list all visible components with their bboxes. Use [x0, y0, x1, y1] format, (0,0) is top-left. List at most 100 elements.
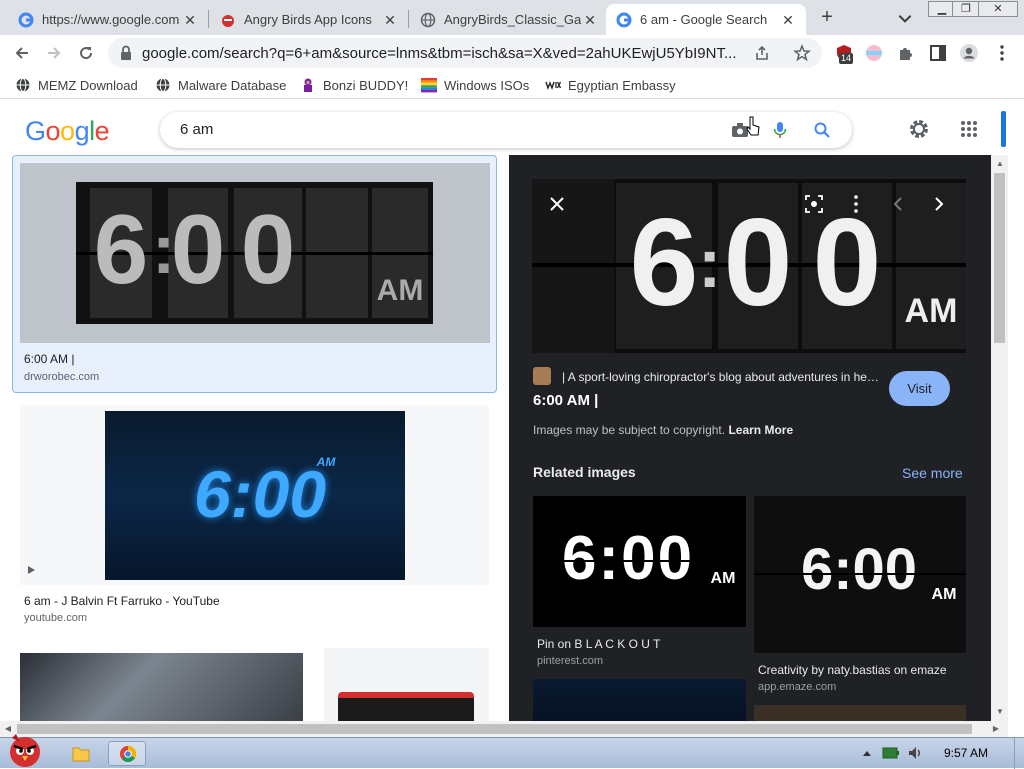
close-icon[interactable]: ✕ [582, 12, 598, 28]
result-title[interactable]: 6 am - J Balvin Ft Farruko - YouTube [24, 594, 220, 608]
apps-grid-icon[interactable] [960, 120, 978, 138]
bookmark-windows-isos[interactable]: Windows ISOs [421, 75, 529, 95]
related-title[interactable]: Pin on B L A C K O U T [537, 637, 660, 651]
result-thumbnail[interactable] [324, 648, 489, 721]
arrow-right-icon [48, 47, 61, 59]
star-icon[interactable] [793, 44, 811, 62]
chevron-right-icon[interactable] [928, 193, 950, 215]
bookmark-memz[interactable]: MEMZ Download [15, 75, 138, 95]
chrome-icon [120, 746, 137, 762]
result-thumbnail[interactable]: 6 : 0 0 AM [20, 163, 490, 343]
pride-extension-icon[interactable] [864, 43, 884, 63]
folder-icon [72, 747, 90, 762]
show-desktop-button[interactable] [1014, 738, 1024, 769]
tab-title: 6 am - Google Search [640, 12, 768, 27]
taskbar-chrome[interactable] [108, 741, 146, 766]
close-icon[interactable] [546, 193, 568, 215]
more-vertical-icon[interactable] [992, 43, 1012, 63]
tab-angry-birds-icons[interactable]: Angry Birds App Icons ✕ [210, 4, 408, 35]
lens-icon[interactable] [803, 193, 825, 215]
chevron-left-icon[interactable] [887, 193, 909, 215]
globe-icon [16, 78, 30, 92]
forward-button[interactable] [42, 41, 66, 65]
learn-more-link[interactable]: Learn More [728, 423, 793, 437]
result-source[interactable]: drworobec.com [24, 371, 99, 383]
copyright-text: Images may be subject to copyright. [533, 423, 726, 437]
more-vertical-icon[interactable] [845, 193, 867, 215]
globe-icon [156, 78, 170, 92]
related-source[interactable]: app.emaze.com [758, 681, 836, 693]
result-title[interactable]: 6:00 AM | [24, 352, 74, 366]
flip-clock-image: 6 : 0 0 AM [76, 182, 433, 324]
search-box[interactable]: 6 am [160, 112, 852, 148]
preview-title[interactable]: 6:00 AM | [533, 392, 598, 409]
scrollbar-thumb[interactable] [994, 173, 1005, 343]
chevron-down-icon[interactable] [896, 9, 914, 27]
close-icon[interactable]: ✕ [182, 12, 198, 28]
close-window-button[interactable]: ✕ [978, 1, 1018, 17]
preview-image[interactable]: 6 : 0 0 AM [532, 179, 966, 353]
tray-expand-icon[interactable] [862, 749, 872, 757]
tab-angry-birds-classic[interactable]: AngryBirds_Classic_Gam ✕ [410, 4, 608, 35]
wix-icon [545, 81, 561, 91]
result-thumbnail[interactable] [20, 653, 303, 721]
reload-button[interactable] [74, 41, 98, 65]
bookmark-label: Windows ISOs [444, 77, 530, 93]
related-source[interactable]: pinterest.com [537, 655, 603, 667]
result-thumbnail[interactable]: 6:00 AM [20, 405, 489, 585]
alarm-clock-image [338, 692, 474, 721]
puzzle-icon[interactable] [896, 43, 916, 63]
related-image[interactable]: 6:00 AM [754, 496, 966, 653]
digital-clock-image: 6:00 AM [105, 411, 405, 580]
profile-avatar-icon[interactable] [959, 43, 979, 63]
related-image[interactable] [754, 705, 966, 721]
vertical-scrollbar[interactable]: ▲ ▼ [991, 155, 1008, 721]
tab-strip: https://www.google.com ✕ Angry Birds App… [0, 0, 1024, 35]
address-bar[interactable]: google.com/search?q=6+am&source=lnms&tbm… [108, 38, 822, 68]
side-panel-icon[interactable] [928, 43, 948, 63]
preview-site-name[interactable]: | A sport-loving chiropractor's blog abo… [562, 370, 882, 384]
bookmark-egyptian-embassy[interactable]: Egyptian Embassy [545, 75, 676, 95]
tab-title: https://www.google.com [42, 12, 180, 27]
volume-icon[interactable] [907, 745, 923, 761]
scrollbar-thumb[interactable] [17, 724, 972, 734]
gear-icon[interactable] [908, 118, 930, 140]
site-avatar [533, 367, 551, 385]
share-icon[interactable] [754, 45, 770, 61]
scroll-up-arrow[interactable]: ▲ [994, 158, 1006, 170]
google-logo[interactable]: Google [25, 116, 110, 147]
related-image[interactable]: 6:00 AM [533, 496, 746, 627]
taskbar-clock[interactable]: 9:57 AM [944, 746, 988, 760]
close-icon[interactable]: ✕ [780, 12, 796, 28]
related-title[interactable]: Creativity by naty.bastias on emaze [758, 663, 947, 677]
start-button-angry-bird-icon[interactable] [2, 730, 48, 768]
new-tab-button[interactable]: + [815, 6, 839, 30]
result-source[interactable]: youtube.com [24, 612, 87, 624]
horizontal-scrollbar[interactable]: ◀ ▶ [0, 721, 1008, 737]
maximize-button[interactable]: ❐ [952, 1, 980, 17]
image-result-card[interactable]: 6 : 0 0 AM 6:00 AM | drworobec.com [12, 155, 497, 393]
bookmark-label: Egyptian Embassy [568, 77, 676, 93]
bookmark-malware-database[interactable]: Malware Database [155, 75, 286, 95]
battery-icon[interactable] [882, 746, 900, 760]
google-icon [616, 12, 632, 27]
image-results: 6 : 0 0 AM 6:00 AM | drworobec.com 6:00 … [0, 155, 509, 721]
see-more-link[interactable]: See more [902, 465, 963, 481]
tab-google-home[interactable]: https://www.google.com ✕ [8, 4, 208, 35]
tab-6am-search[interactable]: 6 am - Google Search ✕ [606, 4, 806, 35]
bookmark-bonzi-buddy[interactable]: Bonzi BUDDY! [300, 75, 408, 95]
taskbar-explorer[interactable] [62, 741, 100, 766]
rainbow-flag-icon [421, 78, 437, 93]
back-button[interactable] [10, 41, 34, 65]
close-icon[interactable]: ✕ [382, 12, 398, 28]
lock-icon [121, 45, 131, 60]
search-icon[interactable] [812, 120, 832, 140]
sign-in-button[interactable] [1001, 111, 1006, 147]
scroll-down-arrow[interactable]: ▼ [994, 706, 1006, 718]
scroll-right-arrow[interactable]: ▶ [990, 723, 1002, 735]
microphone-icon[interactable] [770, 120, 790, 140]
related-image[interactable] [533, 679, 746, 721]
tab-title: Angry Birds App Icons [244, 12, 372, 27]
visit-button[interactable]: Visit [889, 371, 950, 406]
search-input[interactable]: 6 am [180, 121, 213, 138]
